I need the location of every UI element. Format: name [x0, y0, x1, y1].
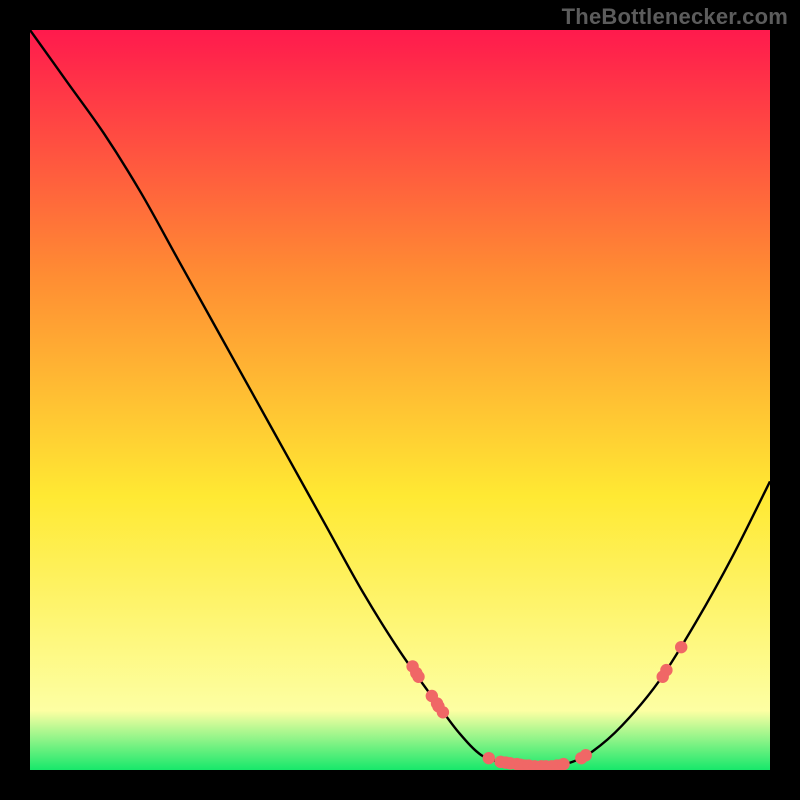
data-marker — [675, 641, 687, 653]
bottleneck-chart — [30, 30, 770, 770]
data-marker — [557, 758, 569, 770]
data-marker — [483, 752, 495, 764]
data-marker — [660, 664, 672, 676]
chart-root: TheBottlenecker.com — [0, 0, 800, 800]
gradient-background — [30, 30, 770, 770]
data-marker — [437, 706, 449, 718]
watermark-text: TheBottlenecker.com — [562, 4, 788, 30]
data-marker — [580, 749, 592, 761]
data-marker — [412, 671, 424, 683]
